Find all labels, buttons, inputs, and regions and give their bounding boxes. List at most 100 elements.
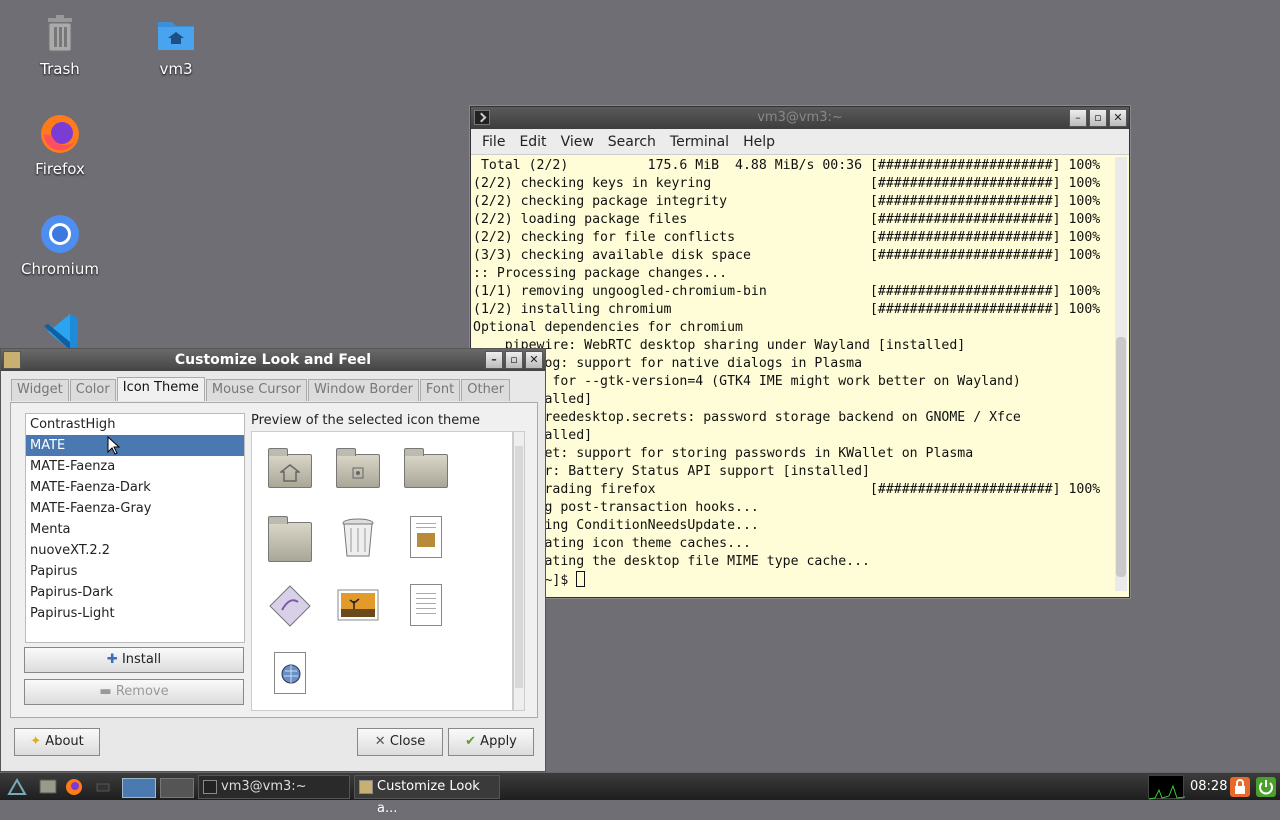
terminal-line: (1/3) Arming ConditionNeedsUpdate...: [473, 518, 759, 533]
terminal-title: vm3@vm3:~: [757, 110, 843, 125]
preview-scrollbar[interactable]: [513, 431, 525, 711]
terminal-line: (1/1) removing ungoogled-chromium-bin [#…: [473, 284, 1101, 299]
vector-graphics-icon: [266, 582, 314, 630]
workspace-2[interactable]: [160, 778, 194, 798]
trash-icon: [334, 514, 382, 562]
tab-mouse-cursor[interactable]: Mouse Cursor: [205, 379, 307, 401]
lock-icon[interactable]: [1230, 777, 1250, 797]
appearance-app-icon: [3, 351, 21, 369]
minimize-button[interactable]: –: [485, 351, 503, 369]
start-menu-icon[interactable]: [6, 776, 30, 798]
firefox-launcher-icon[interactable]: [64, 776, 84, 798]
terminal-line: :: Running post-transaction hooks...: [473, 500, 759, 515]
desktop-icon-firefox[interactable]: Firefox: [10, 110, 110, 178]
desktop-icon-chromium[interactable]: Chromium: [10, 210, 110, 278]
customize-dialog[interactable]: Customize Look and Feel – ▫ ✕ Widget Col…: [0, 348, 546, 772]
icon-preview-area: [251, 431, 513, 711]
theme-item[interactable]: Papirus-Light: [26, 603, 244, 624]
terminal-menubar: File Edit View Search Terminal Help: [471, 129, 1129, 155]
tab-widget[interactable]: Widget: [11, 379, 69, 401]
html-document-icon: [266, 650, 314, 698]
appearance-task-icon: [359, 780, 373, 794]
workspace-1[interactable]: [122, 778, 156, 798]
terminal-line: :: Processing package changes...: [473, 266, 728, 281]
mouse-pointer-icon: [107, 435, 121, 460]
minus-icon: ▬: [99, 684, 112, 699]
task-terminal[interactable]: vm3@vm3:~: [198, 775, 350, 799]
remove-button[interactable]: ▬ Remove: [24, 679, 244, 705]
minimize-button[interactable]: –: [1069, 109, 1087, 127]
terminal-line: Total (2/2) 175.6 MiB 4.88 MiB/s 00:36 […: [473, 158, 1101, 173]
theme-item-selected[interactable]: MATE: [26, 435, 244, 456]
folder-icon: [402, 446, 450, 494]
menu-file[interactable]: File: [475, 134, 512, 150]
tab-icon-theme[interactable]: Icon Theme: [116, 377, 205, 401]
terminal-line: (2/3) Updating icon theme caches...: [473, 536, 751, 551]
terminal-line: (2/2) loading package files [###########…: [473, 212, 1101, 227]
theme-item[interactable]: MATE-Faenza: [26, 456, 244, 477]
tab-font[interactable]: Font: [419, 379, 461, 401]
show-desktop-icon[interactable]: [92, 776, 116, 798]
preview-label: Preview of the selected icon theme: [251, 413, 480, 428]
text-document-icon: [402, 582, 450, 630]
maximize-button[interactable]: ▫: [1089, 109, 1107, 127]
checkmark-icon: ✔: [465, 734, 477, 749]
terminal-task-icon: [203, 780, 217, 794]
file-manager-launcher-icon[interactable]: [38, 776, 58, 798]
terminal-line: (3/3) Updating the desktop file MIME typ…: [473, 554, 870, 569]
terminal-cursor: [576, 571, 586, 587]
theme-item[interactable]: Menta: [26, 519, 244, 540]
power-icon[interactable]: [1256, 777, 1276, 797]
terminal-window[interactable]: vm3@vm3:~ – ▫ ✕ File Edit View Search Te…: [470, 106, 1130, 598]
cpu-monitor: [1148, 775, 1186, 800]
about-button[interactable]: ✦ About: [14, 728, 100, 756]
menu-edit[interactable]: Edit: [512, 134, 553, 150]
home-folder-icon: [152, 10, 200, 58]
desktop-icon-trash[interactable]: Trash: [10, 10, 110, 78]
close-button[interactable]: ✕: [1109, 109, 1127, 127]
terminal-line: gtk4: for --gtk-version=4 (GTK4 IME migh…: [473, 374, 1021, 389]
terminal-line: [installed]: [504, 428, 593, 443]
theme-item[interactable]: MATE-Faenza-Gray: [26, 498, 244, 519]
terminal-line: upower: Battery Status API support [inst…: [473, 464, 870, 479]
tab-other[interactable]: Other: [461, 379, 511, 401]
task-customize[interactable]: Customize Look a...: [354, 775, 500, 816]
terminal-scrollbar[interactable]: [1115, 157, 1127, 591]
theme-item[interactable]: MATE-Faenza-Dark: [26, 477, 244, 498]
icon-theme-list[interactable]: ContrastHigh MATE MATE-Faenza MATE-Faenz…: [25, 413, 245, 643]
desktop-icon-label: vm3: [159, 60, 193, 78]
chromium-icon: [36, 210, 84, 258]
terminal-titlebar[interactable]: vm3@vm3:~ – ▫ ✕: [471, 107, 1129, 129]
icon-theme-panel: ContrastHigh MATE MATE-Faenza MATE-Faenz…: [10, 402, 538, 718]
dialog-titlebar[interactable]: Customize Look and Feel – ▫ ✕: [1, 349, 545, 371]
plus-icon: ✚: [106, 652, 118, 667]
desktop-icon-label: Firefox: [35, 160, 85, 178]
desktop-icon-label: Chromium: [21, 260, 99, 278]
tab-window-border[interactable]: Window Border: [307, 379, 419, 401]
install-button[interactable]: ✚ Install: [24, 647, 244, 673]
theme-item[interactable]: ContrastHigh: [26, 414, 244, 435]
terminal-line: [vm3@vm3 ~]$: [473, 571, 1113, 590]
clock[interactable]: 08:28: [1190, 776, 1227, 798]
close-dialog-button[interactable]: ✕ Close: [357, 728, 443, 756]
desktop-icon-home-folder[interactable]: vm3: [126, 10, 226, 78]
terminal-line: (3/3) checking available disk space [###…: [473, 248, 1101, 263]
desktop-icon-label: Trash: [40, 60, 80, 78]
close-button[interactable]: ✕: [525, 351, 543, 369]
menu-view[interactable]: View: [554, 134, 601, 150]
terminal-output[interactable]: Total (2/2) 175.6 MiB 4.88 MiB/s 00:36 […: [473, 157, 1113, 591]
x-icon: ✕: [374, 734, 386, 749]
theme-item[interactable]: Papirus-Dark: [26, 582, 244, 603]
menu-search[interactable]: Search: [601, 134, 663, 150]
theme-item[interactable]: nuoveXT.2.2: [26, 540, 244, 561]
menu-terminal[interactable]: Terminal: [663, 134, 736, 150]
maximize-button[interactable]: ▫: [505, 351, 523, 369]
theme-item[interactable]: Papirus: [26, 561, 244, 582]
tab-color[interactable]: Color: [69, 379, 116, 401]
terminal-line: (2/2) checking package integrity [######…: [473, 194, 1101, 209]
apply-button[interactable]: ✔ Apply: [448, 728, 534, 756]
terminal-line: kwallet: support for storing passwords i…: [473, 446, 974, 461]
computer-icon: [266, 514, 314, 562]
image-icon: [334, 582, 382, 630]
menu-help[interactable]: Help: [736, 134, 782, 150]
